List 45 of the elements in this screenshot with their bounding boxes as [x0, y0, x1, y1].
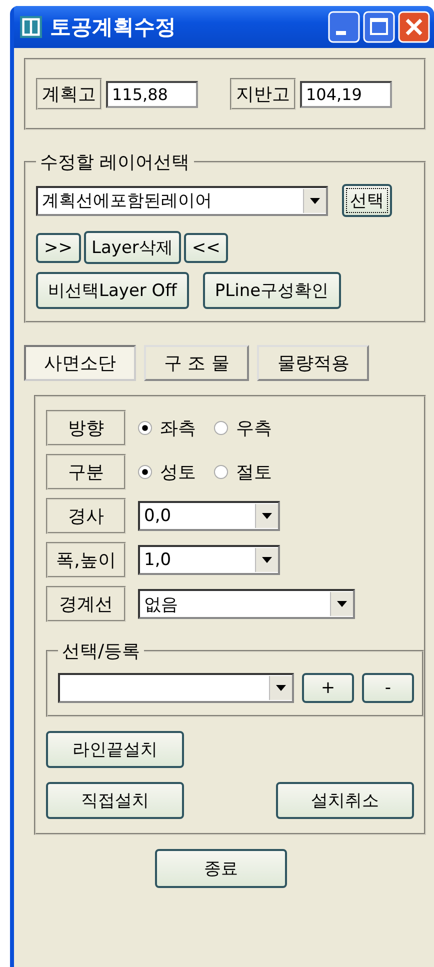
layer-button[interactable]: Layer삭제 [84, 231, 181, 264]
tab[interactable]: 구 조 물 [144, 345, 250, 381]
window-title: 토공계획수정 [50, 14, 177, 41]
group-title: 수정할 레이어선택 [39, 151, 191, 174]
caret-icon [262, 513, 272, 519]
caret-icon [262, 557, 272, 563]
radio-option[interactable]: 좌측 [138, 416, 196, 440]
install-button[interactable]: 라인끝설치 [46, 731, 184, 768]
minimize-button[interactable] [328, 11, 360, 43]
register-button[interactable]: - [362, 673, 414, 703]
layer-button[interactable]: >> [36, 232, 80, 262]
input-field[interactable]: 104,19 [300, 80, 392, 108]
dropdown[interactable] [58, 673, 294, 703]
dropdown[interactable]: 1,0 [138, 545, 280, 575]
dropdown[interactable]: 계획선에포함된레이어 [36, 186, 328, 216]
radio-option[interactable]: 우측 [214, 416, 272, 440]
caret-icon [276, 685, 286, 691]
field-label: 방향 [46, 410, 126, 446]
caret-icon [310, 198, 320, 204]
register-button[interactable]: + [302, 673, 354, 703]
install-button[interactable]: 설치취소 [276, 782, 414, 819]
close-button[interactable] [398, 11, 430, 43]
input-field[interactable]: 115,88 [106, 80, 198, 108]
radio-option[interactable]: 성토 [138, 460, 196, 484]
tab[interactable]: 물량적용 [257, 345, 370, 381]
radio-option[interactable]: 절토 [214, 460, 272, 484]
app-icon [20, 16, 42, 38]
layer-button[interactable]: PLine구성확인 [202, 272, 341, 309]
select-button[interactable]: 선택 [342, 184, 392, 217]
dropdown[interactable]: 0,0 [138, 501, 280, 531]
field-label: 구분 [46, 454, 126, 490]
exit-button[interactable]: 종료 [155, 849, 287, 888]
group-title: 선택/등록 [61, 640, 142, 663]
field-label: 지반고 [230, 78, 296, 110]
maximize-button[interactable] [363, 11, 395, 43]
field-label: 경계선 [46, 586, 126, 622]
dropdown[interactable]: 없음 [138, 589, 355, 619]
field-label: 계획고 [36, 78, 102, 110]
field-label: 폭,높이 [46, 542, 126, 578]
layer-button[interactable]: 비선택Layer Off [36, 272, 189, 309]
caret-icon [337, 601, 347, 607]
field-label: 경사 [46, 498, 126, 534]
tab[interactable]: 사면소단 [24, 345, 136, 381]
layer-button[interactable]: << [184, 232, 228, 262]
install-button[interactable]: 직접설치 [46, 782, 184, 819]
